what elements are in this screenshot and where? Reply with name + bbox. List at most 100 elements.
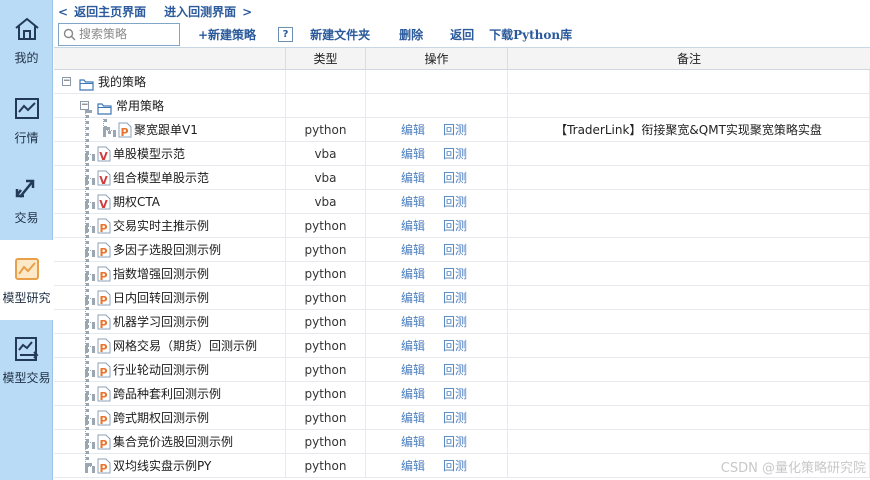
python-file-icon: P — [97, 290, 111, 307]
strategy-name[interactable]: 网格交易（期货）回测示例 — [113, 334, 257, 358]
table-row[interactable]: P 网格交易（期货）回测示例 python 编辑 回测 — [54, 334, 870, 358]
svg-text:P: P — [120, 126, 128, 138]
backtest-link[interactable]: 回测 — [443, 262, 467, 286]
note-cell — [508, 334, 870, 358]
table-row[interactable]: V 单股模型示范 vba 编辑 回测 — [54, 142, 870, 166]
backtest-link[interactable]: 回测 — [443, 406, 467, 430]
strategy-name[interactable]: 交易实时主推示例 — [113, 214, 209, 238]
edit-link[interactable]: 编辑 — [401, 334, 425, 358]
svg-text:P: P — [99, 222, 107, 234]
folder-label[interactable]: 我的策略 — [98, 70, 146, 94]
strategy-name[interactable]: 组合模型单股示范 — [113, 166, 209, 190]
edit-link[interactable]: 编辑 — [401, 430, 425, 454]
new-strategy-button[interactable]: +新建策略 — [198, 26, 256, 43]
strategy-name[interactable]: 跨品种套利回测示例 — [113, 382, 221, 406]
backtest-link[interactable]: 回测 — [443, 310, 467, 334]
backtest-link[interactable]: 回测 — [443, 166, 467, 190]
backtest-link[interactable]: 回测 — [443, 238, 467, 262]
backtest-link[interactable]: 回测 — [443, 430, 467, 454]
edit-link[interactable]: 编辑 — [401, 382, 425, 406]
folder-icon — [97, 99, 112, 118]
sidebar-item-trade[interactable]: 交易 — [0, 160, 53, 240]
ops-cell: 编辑 回测 — [366, 310, 508, 334]
strategy-name[interactable]: 多因子选股回测示例 — [113, 238, 221, 262]
folder-icon — [97, 103, 112, 115]
note-cell — [508, 310, 870, 334]
edit-link[interactable]: 编辑 — [401, 406, 425, 430]
backtest-link[interactable]: 回测 — [443, 142, 467, 166]
backtest-link[interactable]: 回测 — [443, 454, 467, 478]
edit-link[interactable]: 编辑 — [401, 358, 425, 382]
watermark: CSDN @量化策略研究院 — [720, 461, 866, 476]
backtest-link[interactable]: 回测 — [443, 358, 467, 382]
delete-button[interactable]: 删除 — [399, 26, 423, 43]
table-row[interactable]: − 常用策略 — [54, 94, 870, 118]
python-file-icon: P — [97, 266, 111, 283]
help-button[interactable]: ? — [278, 26, 294, 42]
enter-backtest-link[interactable]: 进入回测界面 > — [164, 3, 252, 20]
edit-link[interactable]: 编辑 — [401, 142, 425, 166]
ops-cell: 编辑 回测 — [366, 286, 508, 310]
table-row[interactable]: P 跨式期权回测示例 python 编辑 回测 — [54, 406, 870, 430]
collapse-toggle-icon[interactable]: − — [80, 101, 89, 110]
strategy-name[interactable]: 行业轮动回测示例 — [113, 358, 209, 382]
edit-link[interactable]: 编辑 — [401, 190, 425, 214]
backtest-link[interactable]: 回测 — [443, 334, 467, 358]
sidebar-item-mine[interactable]: 我的 — [0, 0, 53, 80]
table-row[interactable]: P 聚宽跟单V1 python 编辑 回测 【TraderLink】衔接聚宽&QMT实现聚… — [54, 118, 870, 142]
edit-link[interactable]: 编辑 — [401, 310, 425, 334]
table-row[interactable]: V 组合模型单股示范 vba 编辑 回测 — [54, 166, 870, 190]
table-row[interactable]: P 集合竞价选股回测示例 python 编辑 回测 — [54, 430, 870, 454]
strategy-name[interactable]: 跨式期权回测示例 — [113, 406, 209, 430]
backtest-link[interactable]: 回测 — [443, 382, 467, 406]
collapse-toggle-icon[interactable]: − — [62, 77, 71, 86]
back-home-link[interactable]: < 返回主页界面 — [58, 3, 146, 20]
edit-link[interactable]: 编辑 — [401, 286, 425, 310]
edit-link[interactable]: 编辑 — [401, 118, 425, 142]
backtest-link[interactable]: 回测 — [443, 214, 467, 238]
strategy-name[interactable]: 机器学习回测示例 — [113, 310, 209, 334]
type-cell: python — [286, 238, 366, 262]
back-button[interactable]: 返回 — [450, 26, 474, 43]
backtest-link[interactable]: 回测 — [443, 190, 467, 214]
table-row[interactable]: − 我的策略 — [54, 70, 870, 94]
sidebar-item-market[interactable]: 行情 — [0, 80, 53, 160]
edit-link[interactable]: 编辑 — [401, 238, 425, 262]
strategy-name[interactable]: 单股模型示范 — [113, 142, 185, 166]
table-row[interactable]: P 指数增强回测示例 python 编辑 回测 — [54, 262, 870, 286]
table-row[interactable]: P 日内回转回测示例 python 编辑 回测 — [54, 286, 870, 310]
type-cell: python — [286, 286, 366, 310]
strategy-name[interactable]: 期权CTA — [113, 190, 160, 214]
search-box[interactable] — [58, 22, 180, 46]
backtest-link[interactable]: 回测 — [443, 286, 467, 310]
edit-link[interactable]: 编辑 — [401, 262, 425, 286]
strategy-name[interactable]: 指数增强回测示例 — [113, 262, 209, 286]
table-row[interactable]: P 机器学习回测示例 python 编辑 回测 — [54, 310, 870, 334]
sidebar-item-model-trade[interactable]: 模型交易 — [0, 320, 53, 400]
strategy-name[interactable]: 双均线实盘示例PY — [113, 454, 211, 478]
edit-link[interactable]: 编辑 — [401, 214, 425, 238]
table-row[interactable]: P 多因子选股回测示例 python 编辑 回测 — [54, 238, 870, 262]
svg-text:P: P — [99, 462, 107, 474]
strategy-name[interactable]: 集合竞价选股回测示例 — [113, 430, 233, 454]
type-cell: python — [286, 214, 366, 238]
table-row[interactable]: P 跨品种套利回测示例 python 编辑 回测 — [54, 382, 870, 406]
strategy-table: 类型 操作 备注 − 我的策略 − 常用策略 P 聚宽跟单V1 python 编辑 回测 【Tra… — [54, 47, 870, 480]
download-python-button[interactable]: 下载Python库 — [489, 26, 572, 43]
search-input[interactable] — [79, 24, 177, 44]
ops-cell: 编辑 回测 — [366, 238, 508, 262]
strategy-name[interactable]: 日内回转回测示例 — [113, 286, 209, 310]
table-row[interactable]: P 行业轮动回测示例 python 编辑 回测 — [54, 358, 870, 382]
sidebar-item-model-research[interactable]: 模型研究 — [0, 240, 53, 320]
table-row[interactable]: P 交易实时主推示例 python 编辑 回测 — [54, 214, 870, 238]
svg-text:P: P — [99, 390, 107, 402]
ops-cell — [366, 94, 508, 118]
strategy-name[interactable]: 聚宽跟单V1 — [134, 118, 198, 142]
edit-link[interactable]: 编辑 — [401, 166, 425, 190]
python-file-icon: P — [97, 218, 111, 235]
table-row[interactable]: V 期权CTA vba 编辑 回测 — [54, 190, 870, 214]
new-folder-button[interactable]: 新建文件夹 — [310, 26, 370, 43]
backtest-link[interactable]: 回测 — [443, 118, 467, 142]
folder-label[interactable]: 常用策略 — [116, 94, 164, 118]
edit-link[interactable]: 编辑 — [401, 454, 425, 478]
